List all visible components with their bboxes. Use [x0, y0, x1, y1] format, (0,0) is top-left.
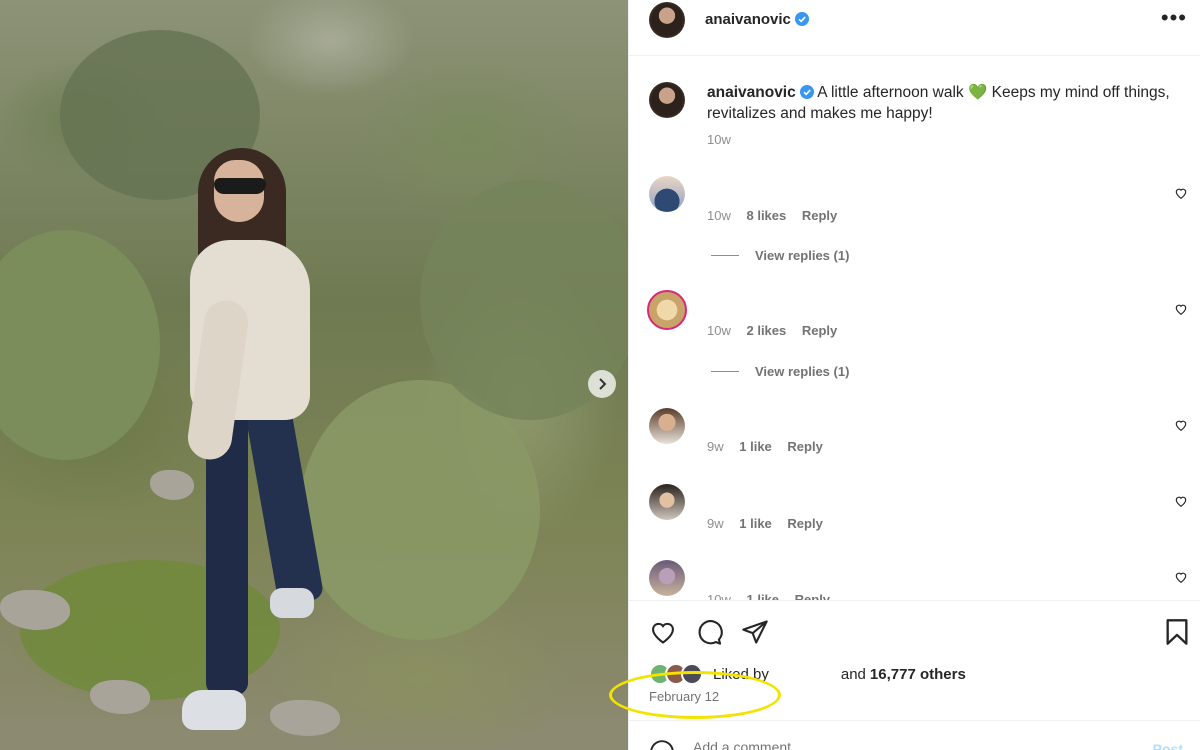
comment-input[interactable] — [693, 739, 1093, 750]
post-actions: Liked by and 16,777 others February 12 — [609, 600, 1200, 720]
reply-button[interactable]: Reply — [787, 516, 822, 531]
comment-avatar[interactable] — [647, 290, 687, 330]
verified-badge-icon — [794, 12, 809, 26]
comment-likes[interactable]: 1 like — [739, 516, 772, 531]
caption-username[interactable]: anaivanovic — [707, 84, 796, 101]
caption-timestamp: 10w — [707, 132, 731, 147]
replies-divider — [711, 255, 739, 256]
avatar[interactable] — [649, 2, 685, 38]
post-header: anaivanovic ••• — [629, 0, 1200, 56]
post-comment-button[interactable]: Post — [1153, 741, 1183, 750]
rock — [270, 700, 340, 736]
rock — [90, 680, 150, 714]
username-text[interactable]: anaivanovic — [705, 11, 791, 28]
reply-button[interactable]: Reply — [787, 439, 822, 454]
comment-likes[interactable]: 8 likes — [746, 208, 786, 223]
caption-avatar[interactable] — [649, 82, 685, 118]
like-comment-heart-icon[interactable] — [1174, 302, 1188, 316]
bush — [0, 230, 160, 460]
comment-avatar[interactable] — [649, 408, 685, 444]
like-comment-heart-icon[interactable] — [1174, 570, 1188, 584]
like-heart-icon[interactable] — [649, 618, 677, 646]
reply-button[interactable]: Reply — [802, 323, 837, 338]
green-heart-emoji: 💚 — [968, 84, 988, 101]
rock — [0, 590, 70, 630]
view-replies-button[interactable]: View replies (1) — [711, 364, 849, 379]
shoe-left — [182, 690, 246, 730]
sunglasses — [214, 178, 266, 194]
chevron-right-icon — [599, 378, 607, 390]
comment-avatar[interactable] — [649, 560, 685, 596]
add-comment-bar: Post — [629, 720, 1200, 750]
next-photo-button[interactable] — [588, 370, 616, 398]
comment-avatar[interactable] — [649, 176, 685, 212]
more-options-button[interactable]: ••• — [1161, 7, 1187, 29]
comment-meta: 10w 2 likes Reply — [707, 323, 849, 338]
post-photo[interactable] — [0, 0, 628, 750]
post-details-pane: anaivanovic ••• anaivanovic A little aft… — [609, 0, 1200, 750]
comment-meta: 10w 8 likes Reply — [707, 208, 849, 223]
reply-button[interactable]: Reply — [802, 208, 837, 223]
like-comment-heart-icon[interactable] — [1174, 186, 1188, 200]
like-comment-heart-icon[interactable] — [1174, 494, 1188, 508]
comment-bubble-icon[interactable] — [695, 618, 723, 646]
caption-text: A little afternoon walk — [817, 84, 964, 101]
post-username[interactable]: anaivanovic — [705, 11, 809, 28]
comment-time: 10w — [707, 323, 731, 338]
shoe-right — [270, 588, 314, 618]
caption: anaivanovic A little afternoon walk 💚 Ke… — [707, 82, 1193, 124]
share-send-icon[interactable] — [741, 618, 769, 646]
comment-meta: 9w 1 like Reply — [707, 439, 835, 454]
save-bookmark-icon[interactable] — [1164, 618, 1190, 646]
comment-time: 9w — [707, 439, 724, 454]
replies-divider — [711, 371, 739, 372]
bush — [300, 380, 540, 640]
comment-avatar[interactable] — [649, 484, 685, 520]
view-replies-label[interactable]: View replies (1) — [755, 364, 849, 379]
view-replies-button[interactable]: View replies (1) — [711, 248, 849, 263]
yellow-highlight-annotation — [609, 671, 781, 719]
likes-and-label: and — [840, 665, 866, 683]
caption-time: 10w — [707, 132, 743, 147]
view-replies-label[interactable]: View replies (1) — [755, 248, 849, 263]
comment-likes[interactable]: 2 likes — [746, 323, 786, 338]
verified-badge-icon — [799, 85, 814, 99]
comment-time: 10w — [707, 208, 731, 223]
rock — [150, 470, 194, 500]
emoji-icon[interactable] — [649, 739, 675, 750]
comment-time: 9w — [707, 516, 724, 531]
like-comment-heart-icon[interactable] — [1174, 418, 1188, 432]
comment-likes[interactable]: 1 like — [739, 439, 772, 454]
comment-meta: 9w 1 like Reply — [707, 516, 835, 531]
likes-count[interactable]: 16,777 others — [870, 666, 966, 683]
